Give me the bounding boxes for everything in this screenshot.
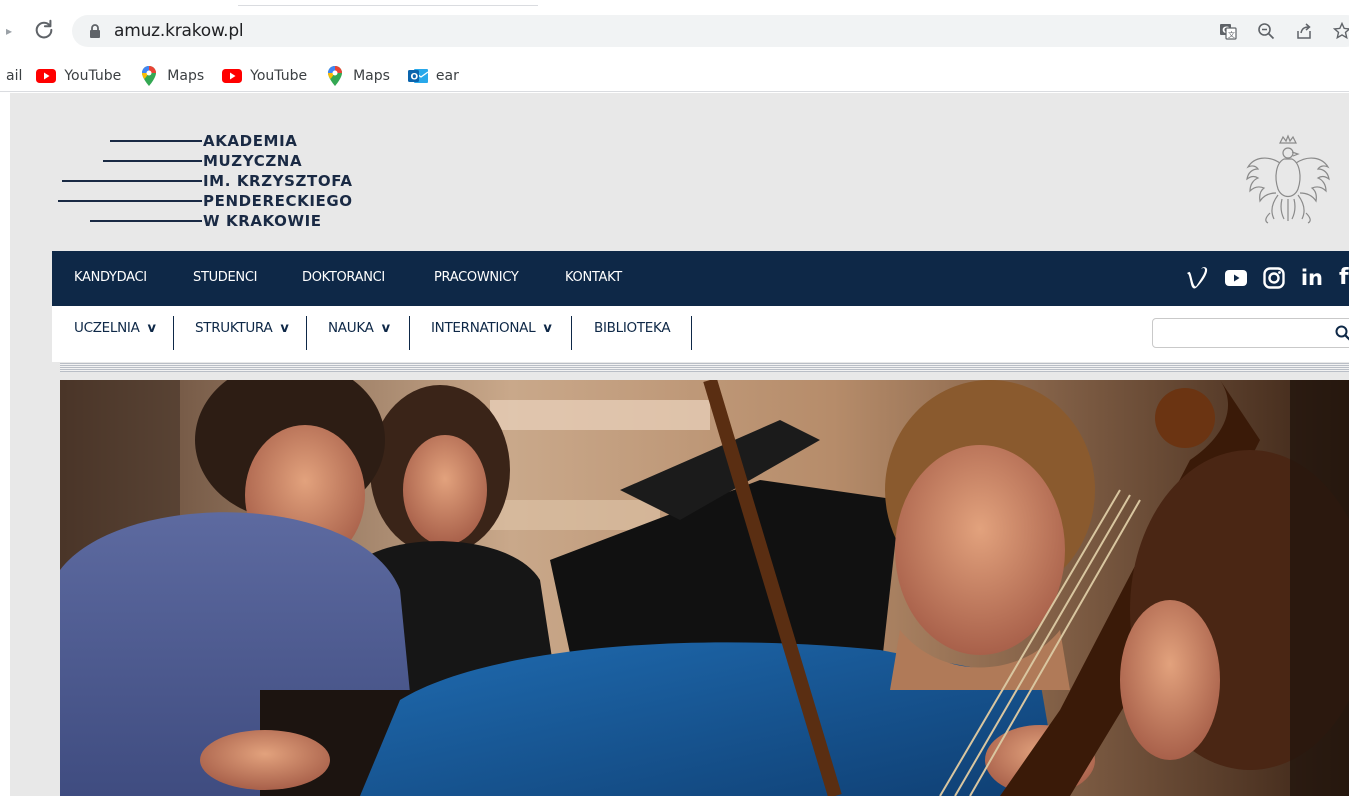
bookmark-label: ear bbox=[435, 67, 459, 84]
secondary-navigation: UCZELNIA v STRUKTURA v NAUKA v INTERNATI… bbox=[52, 306, 1349, 362]
bookmark-youtube[interactable]: YouTube bbox=[222, 66, 307, 86]
bookmark-label: Maps bbox=[353, 67, 390, 84]
bookmark-outlook[interactable]: O ear bbox=[407, 66, 459, 86]
subnav-label: BIBLIOTEKA bbox=[594, 320, 671, 336]
subnav-label: INTERNATIONAL bbox=[431, 320, 536, 336]
reload-icon[interactable] bbox=[33, 18, 55, 40]
nav-item-kandydaci[interactable]: KANDYDACI bbox=[74, 270, 147, 285]
subnav-label: STRUKTURA bbox=[195, 320, 273, 336]
zoom-icon[interactable] bbox=[1256, 21, 1276, 41]
lock-icon[interactable] bbox=[88, 24, 102, 38]
logo-text-line: W KRAKOWIE bbox=[203, 212, 322, 230]
bookmark-maps[interactable]: Maps bbox=[139, 65, 205, 86]
search-icon[interactable] bbox=[1335, 325, 1349, 341]
nav-item-studenci[interactable]: STUDENCI bbox=[193, 270, 257, 285]
decorative-stripes bbox=[60, 363, 1349, 372]
maps-pin-icon bbox=[325, 65, 345, 86]
chevron-down-icon: v bbox=[381, 320, 390, 336]
bookmark-star-icon[interactable] bbox=[1332, 21, 1349, 41]
bookmark-mail[interactable]: ail bbox=[6, 68, 22, 84]
youtube-icon bbox=[222, 66, 243, 86]
svg-text:O: O bbox=[410, 72, 418, 82]
active-tab-edge bbox=[238, 0, 538, 6]
bookmark-label: YouTube bbox=[250, 67, 308, 84]
subnav-divider bbox=[173, 316, 174, 350]
nav-item-doktoranci[interactable]: DOKTORANCI bbox=[302, 270, 385, 285]
youtube-icon[interactable] bbox=[1224, 270, 1247, 286]
subnav-item-struktura[interactable]: STRUKTURA v bbox=[195, 306, 289, 350]
main-navigation: KANDYDACI STUDENCI DOKTORANCI PRACOWNICY… bbox=[52, 251, 1349, 306]
subnav-divider bbox=[306, 316, 307, 350]
web-page: AKADEMIA MUZYCZNA IM. KRZYSZTOFA PENDERE… bbox=[0, 93, 1349, 796]
translate-icon[interactable]: G文 bbox=[1218, 21, 1238, 41]
chevron-down-icon: v bbox=[147, 320, 156, 336]
logo-text-line: IM. KRZYSZTOFA bbox=[203, 172, 353, 190]
facebook-icon[interactable]: f bbox=[1339, 265, 1349, 291]
hero-image bbox=[60, 380, 1349, 796]
search-input[interactable] bbox=[1152, 318, 1349, 348]
address-bar-actions: G文 bbox=[1218, 21, 1349, 41]
subnav-item-uczelnia[interactable]: UCZELNIA v bbox=[74, 306, 156, 350]
forward-icon[interactable]: ▸ bbox=[6, 24, 12, 38]
bookmark-label: YouTube bbox=[64, 67, 122, 84]
subnav-label: NAUKA bbox=[328, 320, 374, 336]
subnav-divider bbox=[409, 316, 410, 350]
subnav-divider bbox=[691, 316, 692, 350]
share-icon[interactable] bbox=[1294, 21, 1314, 41]
bookmark-label: Maps bbox=[167, 67, 205, 84]
subnav-item-international[interactable]: INTERNATIONAL v bbox=[431, 306, 552, 350]
chevron-down-icon: v bbox=[280, 320, 289, 336]
subnav-item-biblioteka[interactable]: BIBLIOTEKA bbox=[594, 306, 671, 350]
bookmarks-bar: ail YouTube Maps YouTube Maps O ear bbox=[0, 60, 1349, 92]
maps-pin-icon bbox=[139, 65, 159, 86]
logo-text-line: PENDERECKIEGO bbox=[203, 192, 353, 210]
subnav-item-nauka[interactable]: NAUKA v bbox=[328, 306, 390, 350]
chevron-down-icon: v bbox=[543, 320, 552, 336]
nav-item-kontakt[interactable]: KONTAKT bbox=[565, 270, 622, 285]
logo-line bbox=[62, 180, 202, 182]
nav-item-pracownicy[interactable]: PRACOWNICY bbox=[434, 270, 519, 285]
tab-strip bbox=[0, 0, 1349, 8]
bookmark-label: ail bbox=[6, 67, 23, 84]
subnav-label: UCZELNIA bbox=[74, 320, 140, 336]
social-links: in f bbox=[1185, 265, 1349, 291]
logo-text-line: MUZYCZNA bbox=[203, 152, 303, 170]
svg-text:文: 文 bbox=[1228, 30, 1235, 39]
polish-eagle-emblem-icon bbox=[1246, 134, 1330, 224]
linkedin-icon[interactable]: in bbox=[1301, 265, 1323, 291]
instagram-icon[interactable] bbox=[1263, 267, 1285, 289]
outlook-icon: O bbox=[407, 66, 428, 86]
logo-line bbox=[110, 140, 202, 142]
bookmark-youtube[interactable]: YouTube bbox=[36, 66, 121, 86]
logo-line bbox=[90, 220, 202, 222]
logo-text-line: AKADEMIA bbox=[203, 132, 298, 150]
bookmark-maps[interactable]: Maps bbox=[325, 65, 390, 86]
subnav-divider bbox=[571, 316, 572, 350]
youtube-icon bbox=[36, 66, 57, 86]
logo-line bbox=[103, 160, 202, 162]
logo-line bbox=[58, 200, 202, 202]
browser-toolbar: ▸ amuz.krakow.pl G文 bbox=[0, 0, 1349, 62]
url-text[interactable]: amuz.krakow.pl bbox=[114, 21, 244, 41]
vimeo-icon[interactable] bbox=[1185, 267, 1209, 289]
address-bar[interactable]: amuz.krakow.pl G文 bbox=[72, 15, 1349, 47]
